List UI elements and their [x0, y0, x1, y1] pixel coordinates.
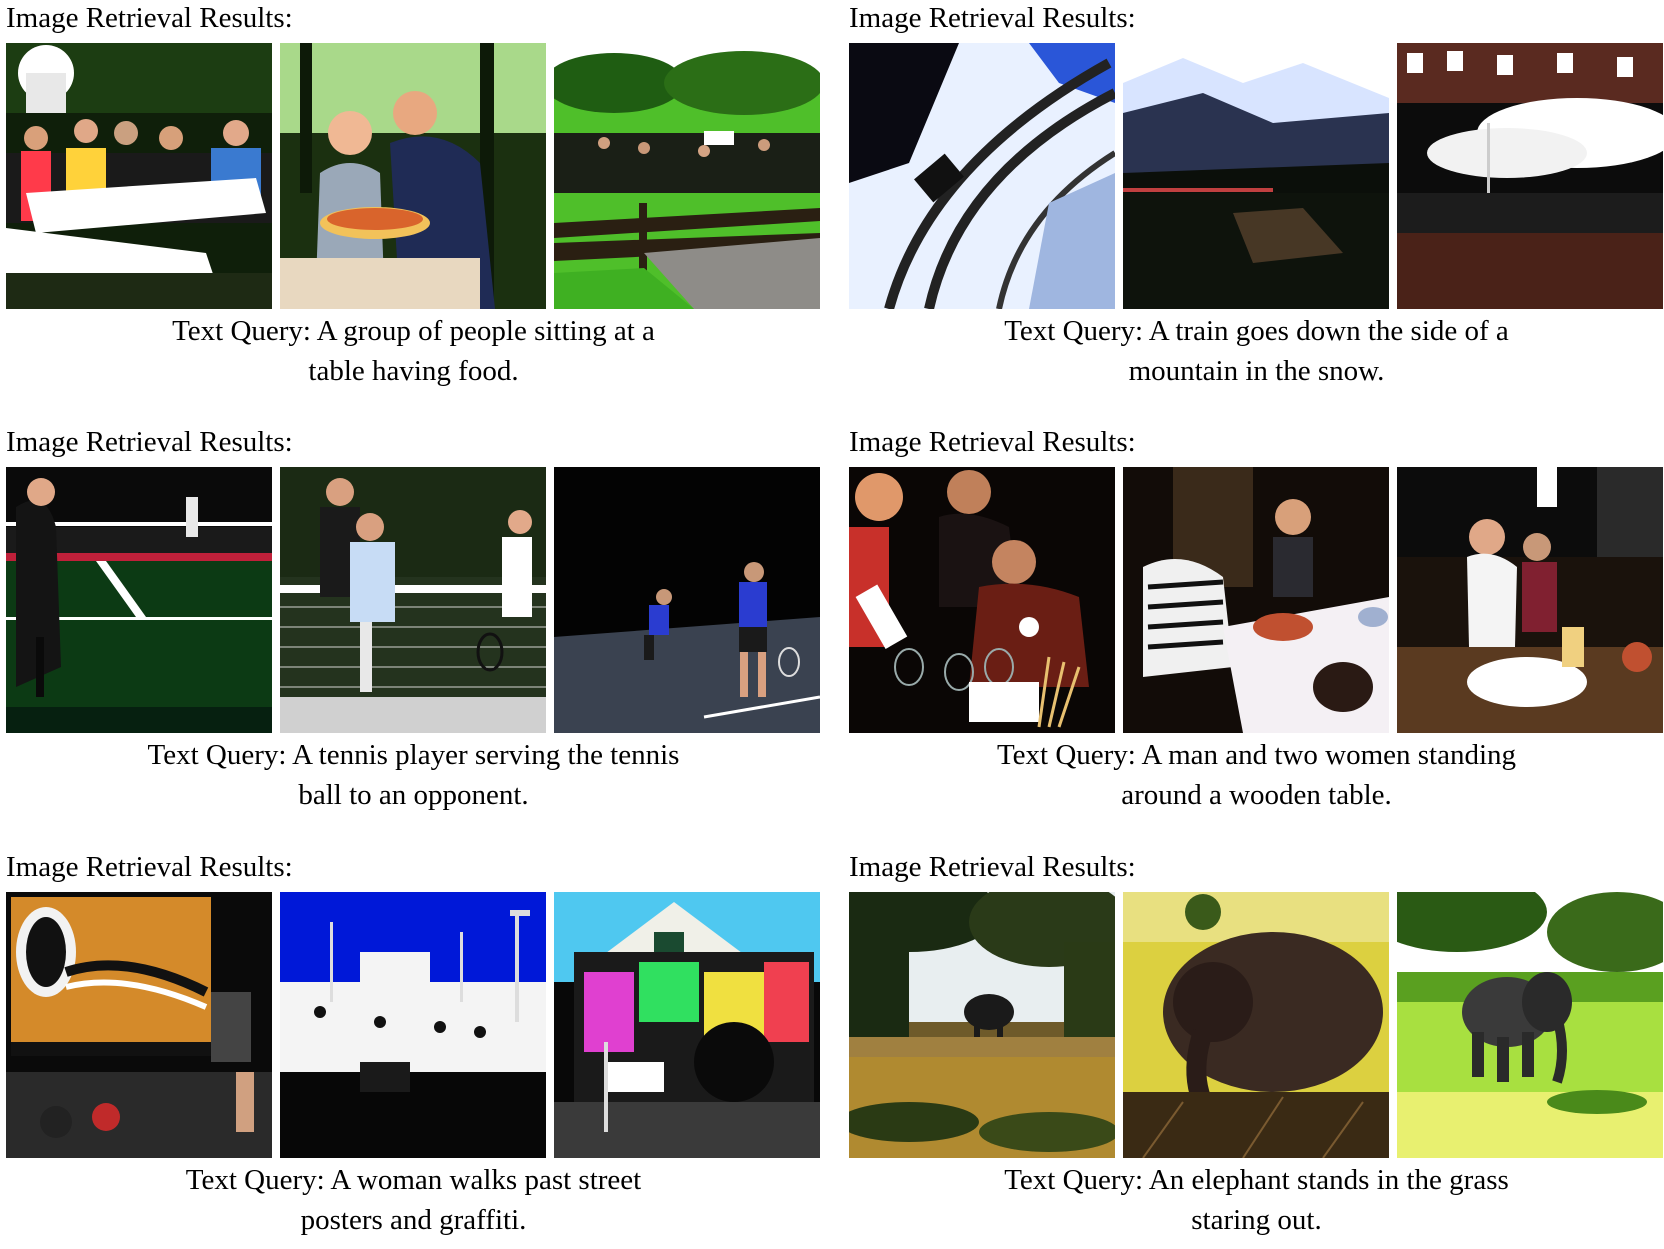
text-query-caption: Text Query: A tennis player serving the …: [6, 735, 821, 815]
caption-line-1: Text Query: A man and two women standing: [996, 739, 1517, 771]
result-image-3: [1397, 467, 1663, 733]
caption-line-1: Text Query: A train goes down the side o…: [1004, 315, 1509, 347]
result-images: [849, 892, 1664, 1158]
panel-header: Image Retrieval Results:: [849, 426, 1136, 458]
result-images: [849, 467, 1664, 733]
retrieval-panel-5: Image Retrieval Results: Text Query: A w…: [6, 849, 821, 1249]
result-image-2: [280, 467, 546, 733]
panel-header: Image Retrieval Results:: [6, 2, 293, 34]
text-query-caption: Text Query: A woman walks past street po…: [6, 1160, 821, 1240]
caption-line-2: staring out.: [1191, 1204, 1322, 1236]
text-query-caption: Text Query: A man and two women standing…: [849, 735, 1664, 815]
result-image-1: [849, 892, 1115, 1158]
result-image-1: [849, 467, 1115, 733]
retrieval-panel-6: Image Retrieval Results: Text Query: An …: [849, 849, 1664, 1249]
result-image-2: [280, 892, 546, 1158]
retrieval-panel-1: Image Retrieval Results: Text Query: A g…: [6, 0, 821, 400]
result-images: [6, 43, 821, 309]
result-images: [6, 467, 821, 733]
result-image-1: [849, 43, 1115, 309]
caption-line-2: table having food.: [308, 355, 519, 387]
result-image-3: [554, 43, 820, 309]
result-image-2: [1123, 467, 1389, 733]
result-image-1: [6, 467, 272, 733]
panel-header: Image Retrieval Results:: [6, 426, 293, 458]
caption-line-2: ball to an opponent.: [298, 779, 529, 811]
panel-header: Image Retrieval Results:: [849, 2, 1136, 34]
result-images: [849, 43, 1664, 309]
retrieval-panel-3: Image Retrieval Results: Text Query: A t…: [6, 424, 821, 824]
retrieval-panel-4: Image Retrieval Results: Text Query: A m…: [849, 424, 1664, 824]
result-images: [6, 892, 821, 1158]
result-image-3: [1397, 43, 1663, 309]
retrieval-panel-2: Image Retrieval Results: Text Query: A t…: [849, 0, 1664, 400]
result-image-1: [6, 43, 272, 309]
text-query-caption: Text Query: An elephant stands in the gr…: [849, 1160, 1664, 1240]
result-image-1: [6, 892, 272, 1158]
result-image-2: [1123, 892, 1389, 1158]
panel-header: Image Retrieval Results:: [849, 851, 1136, 883]
caption-line-1: Text Query: A tennis player serving the …: [147, 739, 680, 771]
result-image-3: [554, 892, 820, 1158]
caption-line-2: around a wooden table.: [1121, 779, 1392, 811]
caption-line-1: Text Query: A woman walks past street: [185, 1164, 642, 1196]
caption-line-1: Text Query: A group of people sitting at…: [172, 315, 655, 347]
result-image-3: [1397, 892, 1663, 1158]
result-image-2: [280, 43, 546, 309]
text-query-caption: Text Query: A train goes down the side o…: [849, 311, 1664, 391]
text-query-caption: Text Query: A group of people sitting at…: [6, 311, 821, 391]
result-image-2: [1123, 43, 1389, 309]
caption-line-2: mountain in the snow.: [1128, 355, 1385, 387]
caption-line-2: posters and graffiti.: [300, 1204, 527, 1236]
panel-header: Image Retrieval Results:: [6, 851, 293, 883]
caption-line-1: Text Query: An elephant stands in the gr…: [1004, 1164, 1509, 1196]
result-image-3: [554, 467, 820, 733]
